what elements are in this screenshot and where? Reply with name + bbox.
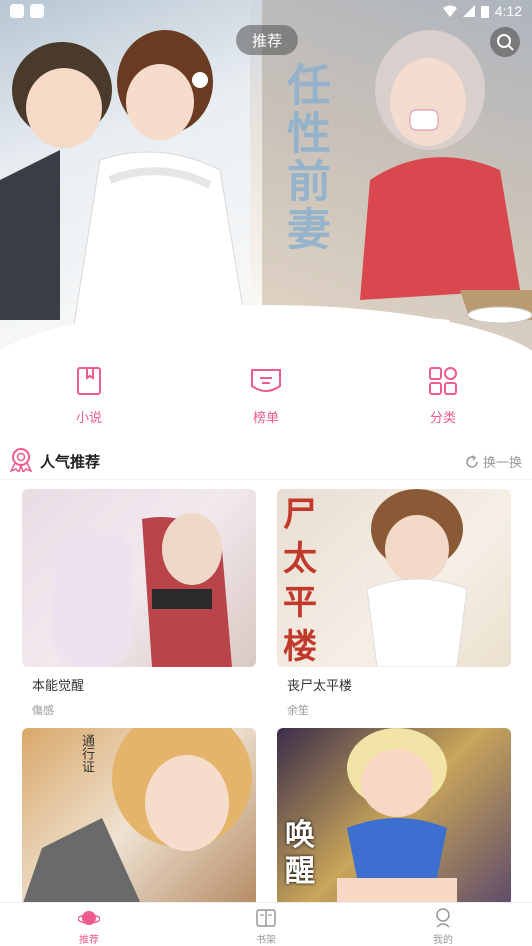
banner-illustration-woman <box>330 30 532 355</box>
tab-label: 我的 <box>433 935 453 946</box>
notification-icon <box>30 4 44 18</box>
cover-illustration <box>52 513 232 667</box>
carousel-dot-active[interactable] <box>256 329 261 334</box>
ranking-icon <box>251 369 281 392</box>
cover-title-overlay: 唤醒 <box>285 818 315 889</box>
notification-icon <box>10 4 24 18</box>
tab-label: 书架 <box>256 935 276 946</box>
profile-icon <box>436 908 450 928</box>
cover-title-overlay: 通行证 <box>79 734 94 773</box>
comic-card[interactable]: 尸太平楼 丧尸太平楼 余笙 <box>277 489 511 718</box>
section-title: 人气推荐 <box>40 453 101 471</box>
status-bar: 4:12 <box>0 0 532 22</box>
status-time: 4:12 <box>494 3 522 19</box>
comic-card[interactable]: 本能觉醒 傷感 <box>22 489 256 718</box>
tab-label: 推荐 <box>79 935 99 946</box>
comic-title[interactable]: 丧尸太平楼 <box>287 675 511 694</box>
signal-icon <box>462 5 475 17</box>
bookshelf-icon <box>256 909 276 927</box>
app-screen: 任性前妻 4:12 推荐 小说 榜单 分类 人气推荐 换一换 本能觉醒 傷感 尸… <box>0 0 532 946</box>
comic-card[interactable]: 通行证 <box>22 728 256 906</box>
book-icon <box>77 367 101 395</box>
carousel-dot[interactable] <box>246 329 251 334</box>
refresh-icon <box>466 454 478 468</box>
quick-nav-label: 分类 <box>429 411 456 426</box>
quick-nav-ranking[interactable]: 榜单 <box>226 365 306 426</box>
cover-illustration <box>22 728 252 906</box>
planet-icon <box>78 911 100 925</box>
bottom-nav: 推荐 书架 我的 <box>0 902 532 946</box>
carousel-dot[interactable] <box>266 329 271 334</box>
comic-cover[interactable] <box>22 489 256 667</box>
category-icon <box>429 367 457 395</box>
ribbon-icon <box>10 448 32 472</box>
comic-cover[interactable]: 唤醒 <box>277 728 511 906</box>
comic-cover[interactable]: 尸太平楼 <box>277 489 511 667</box>
popular-section-header: 人气推荐 换一换 <box>0 442 532 480</box>
comic-cover[interactable]: 通行证 <box>22 728 256 906</box>
tab-bookshelf[interactable]: 书架 <box>236 907 296 946</box>
quick-nav-label: 榜单 <box>252 411 279 426</box>
battery-icon <box>480 5 489 18</box>
quick-nav-label: 小说 <box>75 411 102 426</box>
cover-title-overlay: 尸太平楼 <box>283 495 317 667</box>
recommend-tag[interactable]: 推荐 <box>236 25 298 55</box>
tab-recommend[interactable]: 推荐 <box>59 907 119 946</box>
quick-nav-novel[interactable]: 小说 <box>49 365 129 426</box>
comic-author: 傷感 <box>32 704 54 717</box>
banner-illustration-couple <box>0 30 251 351</box>
tab-profile[interactable]: 我的 <box>413 907 473 946</box>
quick-nav: 小说 榜单 分类 <box>0 365 532 435</box>
search-button[interactable] <box>490 27 520 57</box>
refresh-button[interactable]: 换一换 <box>465 452 522 471</box>
refresh-label: 换一换 <box>482 456 522 471</box>
wifi-icon <box>442 5 457 17</box>
search-icon <box>497 34 514 51</box>
comic-card[interactable]: 唤醒 <box>277 728 511 906</box>
carousel-dots <box>246 329 271 334</box>
quick-nav-category[interactable]: 分类 <box>403 365 483 426</box>
comic-author: 余笙 <box>287 704 309 717</box>
comic-title[interactable]: 本能觉醒 <box>32 675 256 694</box>
banner-title: 任性前妻 <box>279 62 330 254</box>
